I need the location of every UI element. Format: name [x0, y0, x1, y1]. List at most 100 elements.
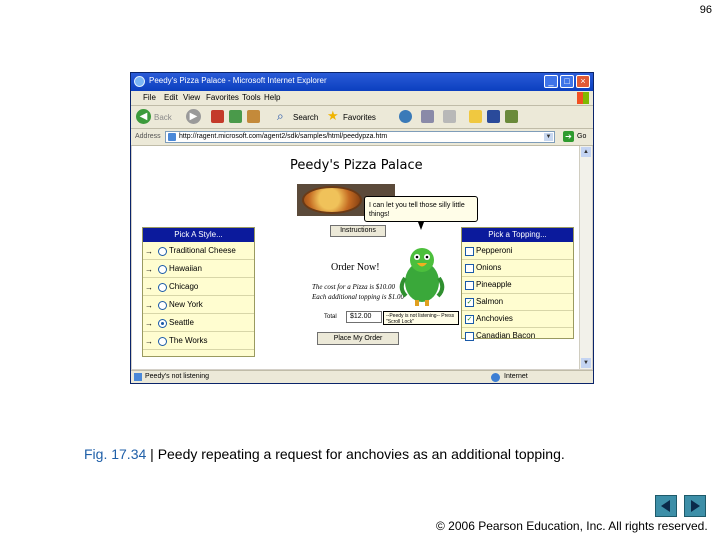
place-order-button[interactable]: Place My Order [317, 332, 399, 345]
search-icon[interactable]: ⌕ [277, 109, 284, 124]
base-cost-text: The cost for a Pizza is $10.00 [312, 283, 396, 291]
pointer-arrow-icon: → [145, 283, 153, 292]
back-arrow-icon[interactable]: ◀ [136, 109, 151, 124]
peedy-parrot-character[interactable] [396, 246, 448, 308]
search-label[interactable]: Search [293, 113, 318, 122]
topping-checkbox[interactable] [465, 247, 474, 256]
stop-icon[interactable] [211, 110, 224, 123]
style-panel-header: Pick A Style... [143, 228, 254, 242]
next-slide-button[interactable] [684, 495, 706, 517]
refresh-icon[interactable] [229, 110, 242, 123]
style-option-chicago[interactable]: → Chicago [143, 279, 254, 296]
address-label: Address [135, 133, 161, 140]
topping-option-salmon[interactable]: ✓ Salmon [462, 294, 573, 311]
style-radio[interactable] [158, 265, 167, 274]
figure-caption: Fig. 17.34 | Peedy repeating a request f… [84, 446, 565, 462]
style-radio[interactable] [158, 337, 167, 346]
back-label[interactable]: Back [154, 113, 172, 122]
messenger-icon[interactable] [505, 110, 518, 123]
media-icon[interactable] [399, 110, 412, 123]
ie-icon [134, 76, 145, 87]
close-button[interactable]: × [576, 75, 590, 88]
menu-edit[interactable]: Edit [164, 93, 178, 102]
internet-zone-icon [491, 373, 500, 382]
topping-option-onions[interactable]: Onions [462, 260, 573, 277]
style-option-label: Traditional Cheese [169, 246, 236, 255]
topping-checkbox[interactable] [465, 332, 474, 341]
topping-option-pineapple[interactable]: Pineapple [462, 277, 573, 294]
style-option-new-york[interactable]: → New York [143, 297, 254, 314]
topping-cost-text: Each additional topping is $1.00 [312, 293, 404, 301]
style-option-label: Chicago [169, 282, 199, 291]
caption-text: Peedy repeating a request for anchovies … [157, 446, 565, 462]
menu-tools[interactable]: Tools [242, 93, 261, 102]
instructions-button[interactable]: Instructions [330, 225, 386, 237]
style-option-the-works[interactable]: → The Works [143, 333, 254, 350]
status-text: Peedy's not listening [145, 373, 209, 380]
maximize-button[interactable]: □ [560, 75, 574, 88]
favorites-star-icon[interactable]: ★ [327, 108, 339, 124]
left-arrow-icon [661, 500, 670, 512]
go-arrow-icon[interactable]: ➔ [563, 131, 574, 142]
menu-help[interactable]: Help [264, 93, 280, 102]
style-radio[interactable] [158, 247, 167, 256]
pointer-arrow-icon: → [145, 301, 153, 310]
page-content: Peedy's Pizza Palace I can let you tell … [132, 146, 581, 369]
favorites-label[interactable]: Favorites [343, 113, 376, 122]
forward-arrow-icon[interactable]: ▶ [186, 109, 201, 124]
home-icon[interactable] [247, 110, 260, 123]
menu-bar: File Edit View Favorites Tools Help [131, 91, 593, 106]
pizza-image [302, 186, 362, 214]
topping-checkbox-checked[interactable]: ✓ [465, 315, 474, 324]
zone-text: Internet [504, 373, 528, 380]
topping-option-canadian-bacon[interactable]: Canadian Bacon [462, 328, 573, 345]
topping-option-anchovies[interactable]: ✓ Anchovies [462, 311, 573, 328]
topping-checkbox-checked[interactable]: ✓ [465, 298, 474, 307]
word-icon[interactable] [487, 110, 500, 123]
pointer-arrow-icon: → [145, 265, 153, 274]
title-bar: Peedy's Pizza Palace - Microsoft Interne… [131, 73, 593, 91]
style-option-hawaiian[interactable]: → Hawaiian [143, 261, 254, 278]
address-dropdown-icon[interactable]: ▼ [544, 133, 553, 141]
address-input[interactable]: http://ragent.microsoft.com/agent2/sdk/s… [165, 131, 555, 143]
style-radio[interactable] [158, 301, 167, 310]
order-now-heading: Order Now! [331, 262, 380, 273]
figure-label: Fig. 17.34 [84, 446, 147, 462]
print-icon[interactable] [421, 110, 434, 123]
total-field: $12.00 [346, 311, 382, 323]
edit-icon[interactable] [443, 110, 456, 123]
minimize-button[interactable]: _ [544, 75, 558, 88]
style-option-label: The Works [169, 336, 208, 345]
pointer-arrow-icon: → [145, 247, 153, 256]
vertical-scrollbar[interactable]: ▲ ▼ [579, 146, 592, 369]
topping-checkbox[interactable] [465, 264, 474, 273]
style-option-label: New York [169, 300, 203, 309]
speech-bubble: I can let you tell those silly little th… [364, 196, 478, 222]
topping-panel-header: Pick a Topping... [462, 228, 573, 242]
slide-number: 96 [699, 4, 712, 16]
style-radio[interactable] [158, 283, 167, 292]
address-bar: Address http://ragent.microsoft.com/agen… [131, 129, 593, 146]
browser-window: Peedy's Pizza Palace - Microsoft Interne… [130, 72, 594, 384]
topping-panel: Pick a Topping... Pepperoni Onions Pinea… [461, 227, 574, 341]
caption-separator: | [146, 446, 158, 462]
style-option-seattle[interactable]: → Seattle [143, 315, 254, 332]
go-label[interactable]: Go [577, 133, 586, 140]
address-url[interactable]: http://ragent.microsoft.com/agent2/sdk/s… [179, 133, 387, 140]
folder-icon[interactable] [469, 110, 482, 123]
menu-view[interactable]: View [183, 93, 200, 102]
style-radio-selected[interactable] [158, 319, 167, 328]
topping-option-label: Salmon [476, 297, 504, 306]
menu-favorites[interactable]: Favorites [206, 93, 239, 102]
style-option-traditional-cheese[interactable]: → Traditional Cheese [143, 243, 254, 260]
toolbar: ◀ Back ▶ ⌕ Search ★ Favorites [131, 106, 593, 129]
status-page-icon [134, 373, 142, 381]
menu-file[interactable]: File [143, 93, 156, 102]
status-bar: Peedy's not listening Internet [131, 370, 593, 383]
topping-checkbox[interactable] [465, 281, 474, 290]
topping-option-pepperoni[interactable]: Pepperoni [462, 243, 573, 260]
scroll-down-icon[interactable]: ▼ [581, 358, 591, 368]
windows-logo-icon [577, 92, 589, 104]
scroll-up-icon[interactable]: ▲ [581, 147, 591, 157]
previous-slide-button[interactable] [655, 495, 677, 517]
